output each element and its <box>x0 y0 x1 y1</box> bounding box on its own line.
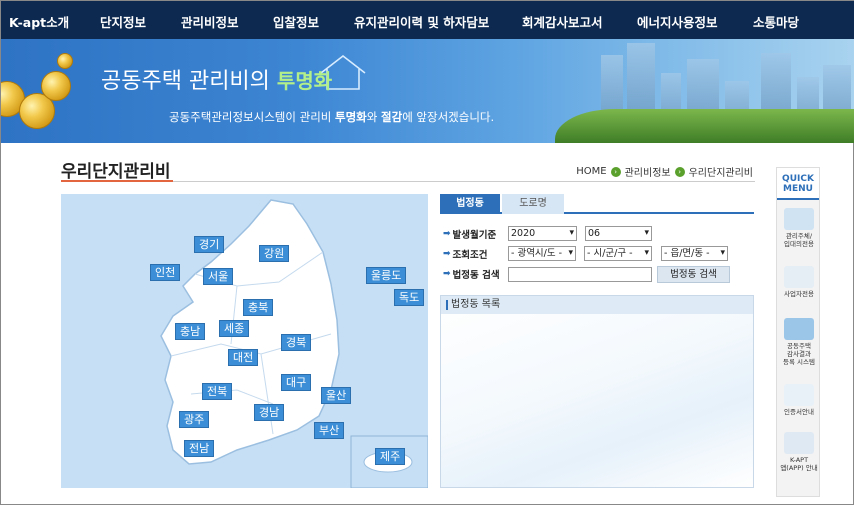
breadcrumb: HOME › 관리비정보 › 우리단지관리비 <box>576 164 753 179</box>
region-sejong[interactable]: 세종 <box>219 320 250 337</box>
region-gyeongnam[interactable]: 경남 <box>254 404 285 421</box>
korea-map-shape <box>160 199 428 488</box>
region-jeju[interactable]: 제주 <box>375 448 406 465</box>
quick-menu-title-line: QUICK <box>782 174 814 184</box>
nav-item-maintenance-history[interactable]: 유지관리이력 및 하자담보 <box>354 12 489 31</box>
region-incheon[interactable]: 인천 <box>150 264 181 281</box>
nav-item-energy-info[interactable]: 에너지사용정보 <box>637 12 718 31</box>
quick-item-manager[interactable]: 관리주체/ 입대의전용 <box>777 208 821 248</box>
nav-item-bid-info[interactable]: 입찰정보 <box>273 12 319 31</box>
region-dokdo[interactable]: 독도 <box>394 289 425 306</box>
dong-list-panel: 법정동 목록 <box>440 295 754 488</box>
nav-item-fee-info[interactable]: 관리비정보 <box>181 12 239 31</box>
year-select[interactable]: 2020 <box>508 226 577 241</box>
region-ulsan[interactable]: 울산 <box>321 387 352 404</box>
period-row: ➡ 발생월기준 <box>443 225 496 243</box>
banner-sub-text: 에 앞장서겠습니다. <box>402 110 495 124</box>
quick-item-label: 공동주택 <box>787 342 811 350</box>
quick-item-audit-system[interactable]: 공동주택 감사결과 등록 시스템 <box>777 318 821 366</box>
banner-sub-bold: 투명화 <box>335 110 367 124</box>
search-tabs: 법정동 도로명 <box>440 194 754 214</box>
nav-item-kapt-intro[interactable]: K-apt소개 <box>9 12 69 31</box>
chevron-right-icon: › <box>674 166 685 177</box>
quick-item-label: 감사결과 <box>787 350 811 358</box>
quick-item-label: 등록 시스템 <box>783 358 815 366</box>
period-label-text: 발생월기준 <box>452 230 497 241</box>
quick-item-label: K-APT <box>789 456 809 464</box>
title-accent <box>61 180 173 182</box>
condition-label: ➡ 조회조건 <box>443 247 488 261</box>
arrow-right-icon: ➡ <box>443 249 451 259</box>
region-gyeonggi[interactable]: 경기 <box>194 236 225 253</box>
page-title: 우리단지관리비 <box>61 162 171 182</box>
sigungu-select[interactable]: - 시/군/구 - <box>584 246 652 261</box>
title-divider <box>61 180 755 182</box>
region-busan[interactable]: 부산 <box>314 422 345 439</box>
region-seoul[interactable]: 서울 <box>203 268 234 285</box>
region-daejeon[interactable]: 대전 <box>228 349 259 366</box>
smartphone-icon <box>784 432 814 454</box>
eupmyeondong-select[interactable]: - 읍/면/동 - <box>661 246 728 261</box>
handshake-icon <box>784 266 814 288</box>
banner-subtitle: 공동주택관리정보시스템이 관리비 투명화와 절감에 앞장서겠습니다. <box>169 109 494 125</box>
dong-search-label-text: 법정동 검색 <box>452 270 500 281</box>
hero-banner: 공동주택 관리비의 투명화 공동주택관리정보시스템이 관리비 투명화와 절감에 … <box>1 39 854 143</box>
dong-search-input[interactable] <box>508 267 652 282</box>
breadcrumb-current: 우리단지관리비 <box>688 168 753 179</box>
region-chungbuk[interactable]: 충북 <box>243 299 274 316</box>
condition-row: ➡ 조회조건 <box>443 245 488 263</box>
quick-menu: QUICK MENU 관리주체/ 입대의전용 사업자전용 공동주택 감사결과 등… <box>776 167 820 497</box>
banner-sub-text: 와 <box>366 110 382 124</box>
region-jeonbuk[interactable]: 전북 <box>202 383 233 400</box>
dong-search-button[interactable]: 법정동 검색 <box>657 266 730 283</box>
banner-title: 공동주택 관리비의 투명화 <box>101 63 332 95</box>
quick-item-label: 앱(APP) 안내 <box>780 464 818 472</box>
breadcrumb-home[interactable]: HOME <box>576 166 606 177</box>
monitor-city-icon <box>784 318 814 340</box>
top-navigation: K-apt소개 단지정보 관리비정보 입찰정보 유지관리이력 및 하자담보 회계… <box>1 1 854 39</box>
quick-item-certificate[interactable]: 인증서안내 <box>777 384 821 416</box>
breadcrumb-fee-info[interactable]: 관리비정보 <box>625 164 671 179</box>
korea-region-map: 경기 강원 인천 서울 충북 충남 세종 경북 대전 전북 대구 울산 경남 광… <box>61 194 428 488</box>
quick-item-business[interactable]: 사업자전용 <box>777 266 821 298</box>
quick-item-label: 사업자전용 <box>784 290 814 298</box>
banner-title-highlight: 투명화 <box>276 69 333 93</box>
tab-road-name[interactable]: 도로명 <box>502 194 564 214</box>
quick-item-label: 인증서안내 <box>784 408 814 416</box>
sido-select[interactable]: - 광역시/도 - <box>508 246 576 261</box>
nav-item-audit-report[interactable]: 회계감사보고서 <box>522 12 603 31</box>
dong-list-header: 법정동 목록 <box>441 296 753 314</box>
trees-graphic <box>555 109 854 143</box>
region-gangwon[interactable]: 강원 <box>259 245 290 262</box>
quick-item-label: 관리주체/ <box>785 232 813 240</box>
region-gwangju[interactable]: 광주 <box>179 411 210 428</box>
banner-sub-text: 공동주택관리정보시스템이 관리비 <box>169 110 336 124</box>
quick-item-app[interactable]: K-APT 앱(APP) 안내 <box>777 432 821 472</box>
nav-item-complex-info[interactable]: 단지정보 <box>100 12 146 31</box>
quick-item-label: 입대의전용 <box>784 240 814 248</box>
coin-icon <box>57 53 73 69</box>
banner-title-text: 공동주택 관리비의 <box>101 69 277 94</box>
quick-menu-title: QUICK MENU <box>777 168 819 200</box>
region-ulleungdo[interactable]: 울릉도 <box>366 267 407 284</box>
chevron-right-icon: › <box>610 166 621 177</box>
dong-search-label: ➡ 법정동 검색 <box>443 267 500 281</box>
region-daegu[interactable]: 대구 <box>281 374 312 391</box>
region-gyeongbuk[interactable]: 경북 <box>281 334 312 351</box>
nav-item-community[interactable]: 소통마당 <box>753 12 799 31</box>
quick-menu-title-line: MENU <box>783 184 813 194</box>
period-label: ➡ 발생월기준 <box>443 227 496 241</box>
arrow-right-icon: ➡ <box>443 269 451 279</box>
dong-search-row: ➡ 법정동 검색 <box>443 265 500 283</box>
region-jeonnam[interactable]: 전남 <box>184 440 215 457</box>
certificate-icon <box>784 384 814 406</box>
coin-icon <box>41 71 71 101</box>
banner-sub-bold: 절감 <box>381 110 403 124</box>
tab-beopjeongdong[interactable]: 법정동 <box>440 194 500 214</box>
condition-label-text: 조회조건 <box>452 250 488 261</box>
monitor-chart-icon <box>784 208 814 230</box>
month-select[interactable]: 06 <box>585 226 652 241</box>
arrow-right-icon: ➡ <box>443 229 451 239</box>
region-chungnam[interactable]: 충남 <box>175 323 206 340</box>
